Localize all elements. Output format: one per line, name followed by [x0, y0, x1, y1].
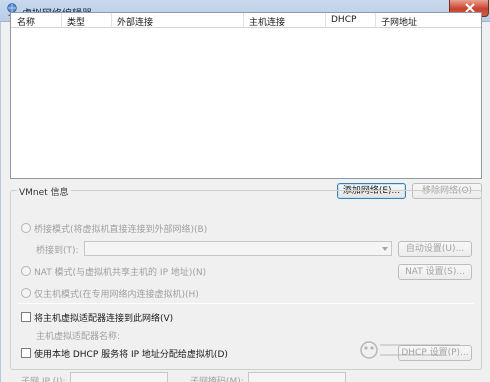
- bridged-mode-radio[interactable]: [21, 223, 31, 233]
- network-list[interactable]: 名称 类型 外部连接 主机连接 DHCP 子网地址: [10, 12, 482, 179]
- auto-settings-button[interactable]: 自动设置(U)...: [398, 241, 472, 257]
- connect-host-adapter-label: 将主机虚拟适配器连接到此网络(V): [34, 314, 174, 324]
- column-header-host[interactable]: 主机连接: [249, 15, 285, 28]
- bridged-mode-label: 桥接模式(将虚拟机直接连接到外部网络)(B): [34, 225, 208, 235]
- nat-mode-radio[interactable]: [21, 266, 31, 276]
- divider: [18, 303, 474, 304]
- subnet-ip-label: 子网 IP (I):: [21, 377, 66, 382]
- connect-host-adapter-checkbox[interactable]: [21, 312, 31, 322]
- bridged-to-select[interactable]: [84, 241, 392, 256]
- watermark-logo: [360, 341, 460, 359]
- host-only-mode-radio[interactable]: [21, 288, 31, 298]
- subnet-mask-input[interactable]: [248, 372, 346, 382]
- chevron-down-icon: [382, 247, 388, 251]
- column-separator[interactable]: [61, 13, 62, 28]
- column-separator[interactable]: [111, 13, 112, 28]
- column-header-dhcp[interactable]: DHCP: [331, 15, 356, 25]
- vmnet-info-title: VMnet 信息: [17, 185, 71, 198]
- host-only-mode-label: 仅主机模式(在专用网络内连接虚拟机)(H): [34, 290, 199, 300]
- column-header-external[interactable]: 外部连接: [117, 15, 153, 28]
- subnet-mask-label: 子网掩码(M):: [190, 377, 244, 382]
- subnet-ip-input[interactable]: [70, 372, 168, 382]
- column-header-subnet[interactable]: 子网地址: [381, 15, 417, 28]
- nat-settings-button[interactable]: NAT 设置(S)...: [398, 264, 472, 280]
- column-separator[interactable]: [325, 13, 326, 28]
- column-header-name[interactable]: 名称: [17, 15, 35, 28]
- host-adapter-name-label: 主机虚拟适配器名称:: [36, 332, 121, 342]
- list-header: 名称 类型 外部连接 主机连接 DHCP 子网地址: [11, 13, 481, 28]
- column-separator[interactable]: [243, 13, 244, 28]
- column-separator[interactable]: [375, 13, 376, 28]
- column-header-type[interactable]: 类型: [67, 15, 85, 28]
- use-dhcp-checkbox[interactable]: [21, 348, 31, 358]
- use-dhcp-label: 使用本地 DHCP 服务将 IP 地址分配给虚拟机(D): [34, 350, 228, 360]
- nat-mode-label: NAT 模式(与虚拟机共享主机的 IP 地址)(N): [34, 268, 207, 278]
- bridged-to-label: 桥接到(T):: [36, 246, 79, 256]
